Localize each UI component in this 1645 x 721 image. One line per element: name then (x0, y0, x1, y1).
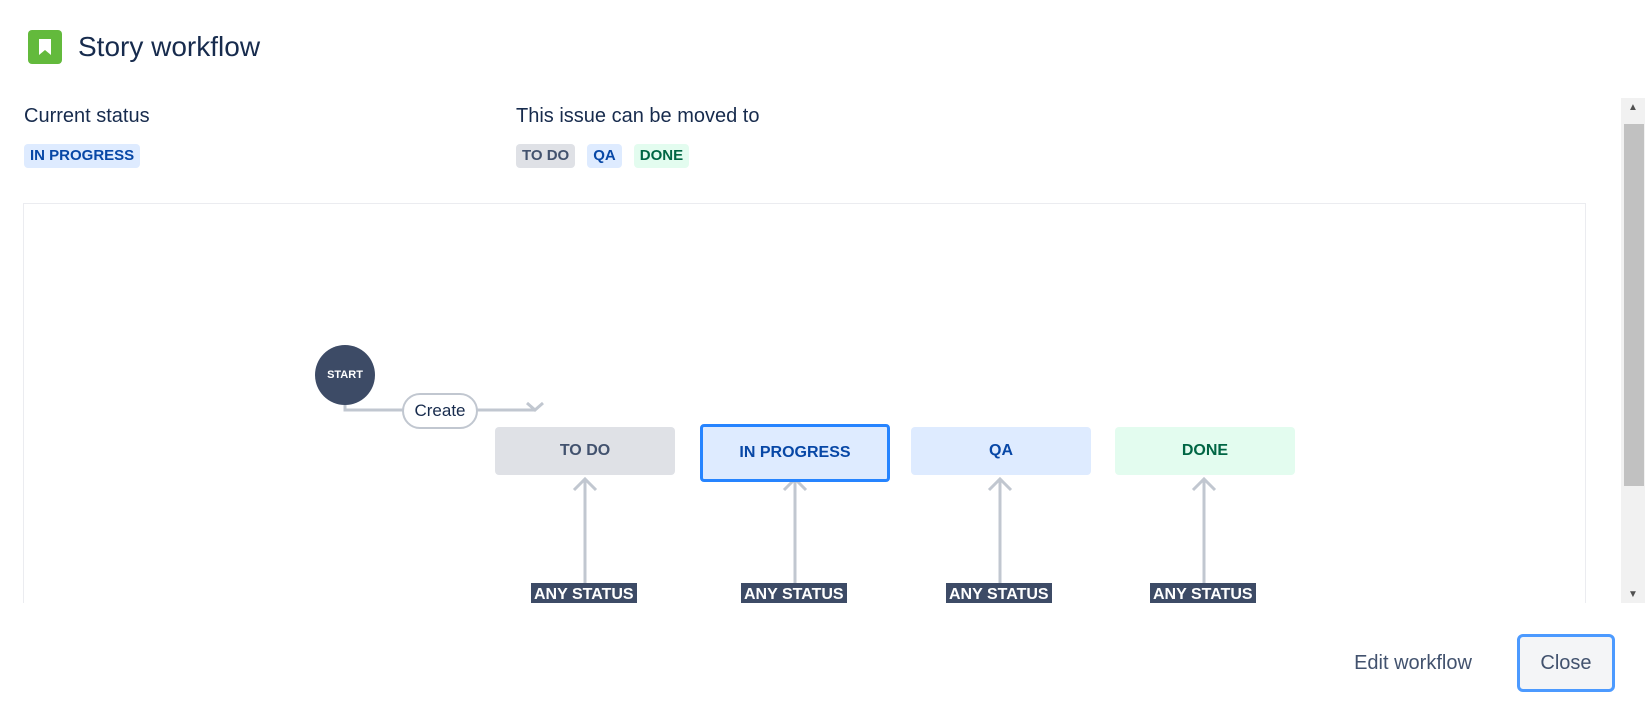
moved-to-label: This issue can be moved to (516, 105, 760, 127)
status-node-done: DONE (1115, 427, 1295, 475)
moved-to-qa-badge: QA (587, 144, 622, 168)
scroll-down-arrow-icon[interactable]: ▼ (1621, 585, 1645, 603)
moved-to-done-badge: DONE (633, 144, 690, 168)
current-status-badge: IN PROGRESS (24, 144, 141, 168)
any-status-label: ANY STATUS (531, 583, 637, 603)
moved-to-lozenges: TO DO QA DONE (516, 144, 690, 168)
edit-workflow-button[interactable]: Edit workflow (1338, 634, 1488, 692)
scroll-thumb[interactable] (1624, 124, 1644, 486)
dialog-title: Story workflow (78, 31, 261, 62)
moved-to-todo-badge: TO DO (516, 144, 576, 168)
workflow-dialog: Story workflow Current status This issue… (0, 0, 1645, 721)
any-status-label: ANY STATUS (946, 583, 1052, 603)
current-status-lozenges: IN PROGRESS (24, 144, 141, 168)
scroll-up-arrow-icon[interactable]: ▲ (1621, 98, 1645, 116)
any-status-label: ANY STATUS (741, 583, 847, 603)
diagram-scrollbar[interactable]: ▲ ▼ (1621, 98, 1645, 603)
bookmark-icon (28, 30, 62, 64)
status-node-qa: QA (911, 427, 1091, 475)
close-button[interactable]: Close (1517, 634, 1615, 692)
any-status-label: ANY STATUS (1150, 583, 1256, 603)
start-node: START (315, 345, 375, 405)
status-node-inprogress: IN PROGRESS (700, 424, 890, 482)
current-status-label: Current status (24, 105, 150, 127)
workflow-connectors (343, 390, 1217, 583)
create-transition-label: Create (402, 393, 478, 429)
workflow-diagram[interactable]: START Create TO DO IN PROGRESS QA DONE A… (23, 203, 1586, 603)
dialog-header: Story workflow (28, 30, 260, 64)
status-node-todo: TO DO (495, 427, 675, 475)
